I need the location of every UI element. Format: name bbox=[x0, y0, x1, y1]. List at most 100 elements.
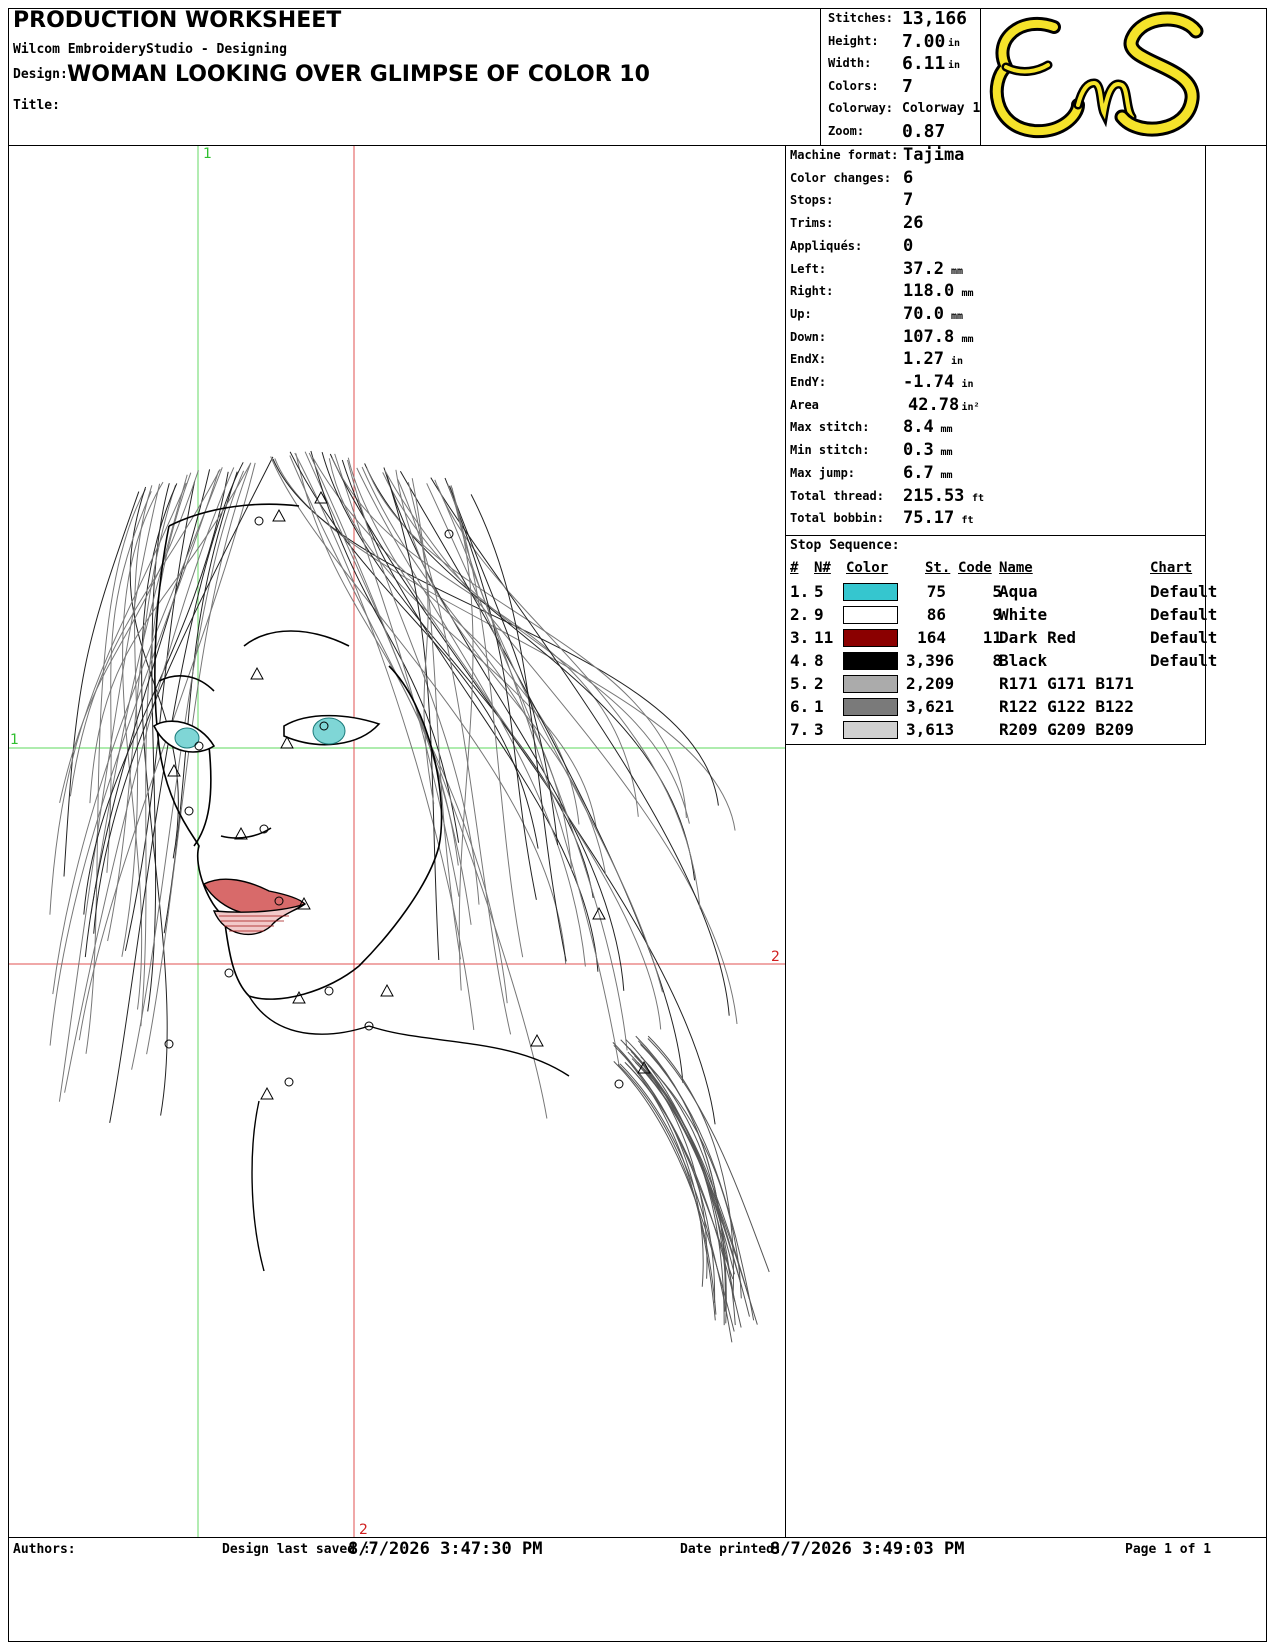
stat-value: 6 bbox=[903, 167, 914, 188]
col-header-num: # bbox=[790, 560, 799, 576]
printed-label: Date printed: bbox=[680, 1542, 782, 1557]
summary-value: 13,166 bbox=[902, 8, 968, 29]
stop-name: White bbox=[999, 605, 1048, 624]
summary-value: 7.00 bbox=[902, 30, 946, 52]
stat-label: Color changes: bbox=[790, 170, 892, 185]
header-col-divider-1 bbox=[820, 8, 821, 146]
stat-value: 75.17 bbox=[903, 508, 955, 529]
stitch-circle-marker bbox=[254, 516, 264, 526]
hair-strand bbox=[272, 458, 719, 806]
stitch-circle-marker bbox=[224, 968, 234, 978]
hair-strand bbox=[304, 451, 472, 925]
stat-unit: ft bbox=[961, 515, 974, 527]
software-name: Wilcom EmbroideryStudio - Designing bbox=[13, 42, 287, 57]
stitch-circle-marker bbox=[164, 1039, 174, 1049]
col-header-chart: Chart bbox=[1150, 560, 1193, 576]
stat-value: 7 bbox=[903, 190, 914, 211]
footer-divider bbox=[8, 1537, 1267, 1538]
green-guide-label-left: 1 bbox=[10, 732, 19, 748]
hair-strand bbox=[366, 467, 687, 819]
summary-value: 6.11 bbox=[902, 53, 946, 74]
stitch-circle-marker bbox=[184, 806, 194, 816]
stop-name: R122 G122 B122 bbox=[999, 697, 1134, 716]
stat-label: Left: bbox=[790, 261, 827, 276]
stop-stitches: 164 bbox=[917, 628, 946, 647]
printed-value: 8/7/2026 3:49:03 PM bbox=[770, 1539, 965, 1559]
hair-strand bbox=[613, 1044, 716, 1321]
stat-value: -1.74 bbox=[903, 372, 955, 392]
stat-label: Machine format: bbox=[790, 148, 899, 162]
color-swatch bbox=[843, 652, 898, 670]
stop-seq-top-divider bbox=[785, 535, 1206, 536]
ens-logo bbox=[982, 9, 1206, 145]
design-name: WOMAN LOOKING OVER GLIMPSE OF COLOR 10 bbox=[67, 62, 650, 87]
stop-num: 1. bbox=[790, 582, 810, 601]
color-swatch bbox=[843, 675, 898, 693]
stat-value: 70.0 bbox=[903, 303, 944, 324]
stop-name: Dark Red bbox=[999, 628, 1077, 647]
color-swatch bbox=[843, 606, 898, 624]
stop-needle: 2 bbox=[814, 674, 824, 693]
embroidery-drawing: 1 1 2 2 bbox=[9, 146, 785, 1538]
color-swatch bbox=[843, 698, 898, 716]
stat-label: Appliqués: bbox=[790, 238, 863, 253]
stop-chart: Default bbox=[1150, 605, 1218, 624]
stop-needle: 5 bbox=[814, 582, 824, 601]
stat-label: Max stitch: bbox=[790, 420, 870, 435]
page-label: Page 1 of 1 bbox=[1125, 1542, 1212, 1557]
worksheet-title: PRODUCTION WORKSHEET bbox=[13, 8, 342, 33]
design-label: Design: bbox=[13, 67, 68, 82]
summary-label: Width: bbox=[828, 56, 872, 70]
stop-num: 2. bbox=[790, 605, 810, 624]
stitch-markers bbox=[164, 490, 651, 1100]
hair-strand bbox=[311, 456, 580, 825]
summary-label: Stitches: bbox=[828, 11, 894, 25]
stitch-triangle-marker bbox=[380, 983, 394, 997]
lips bbox=[203, 878, 307, 936]
summary-value: 0.87 bbox=[902, 120, 946, 142]
stop-needle: 11 bbox=[814, 628, 834, 647]
stat-label: Area bbox=[790, 397, 819, 412]
stop-seq-bottom-divider bbox=[785, 744, 1206, 745]
logo-letter-e bbox=[989, 16, 1085, 139]
stop-stitches: 86 bbox=[926, 605, 946, 624]
hair-strand bbox=[274, 458, 736, 831]
stat-label: EndY: bbox=[790, 375, 827, 389]
header-col-divider-2 bbox=[980, 8, 981, 146]
stop-name: Aqua bbox=[999, 582, 1038, 601]
stat-unit: mm bbox=[940, 469, 953, 481]
hair-strand bbox=[49, 470, 220, 1046]
stat-value: 8.4 bbox=[903, 417, 934, 438]
neck-shoulders bbox=[248, 995, 570, 1272]
summary-label: Colorway: bbox=[828, 101, 894, 115]
stat-unit: in bbox=[951, 356, 964, 368]
color-swatch bbox=[843, 629, 898, 647]
stop-stitches: 3,396 bbox=[906, 651, 955, 670]
stop-num: 3. bbox=[790, 628, 810, 647]
green-guide-label-top: 1 bbox=[203, 146, 212, 162]
summary-label: Height: bbox=[828, 33, 879, 48]
hair-strands bbox=[49, 450, 770, 1343]
red-guide-label-bottom: 2 bbox=[359, 1522, 368, 1537]
hair-strand bbox=[411, 478, 461, 960]
stop-needle: 3 bbox=[814, 720, 824, 739]
stat-label: EndX: bbox=[790, 352, 827, 367]
stat-unit: in bbox=[961, 379, 974, 390]
summary-value: Colorway 1 bbox=[902, 101, 981, 116]
stat-label: Total thread: bbox=[790, 488, 884, 503]
summary-label: Colors: bbox=[828, 78, 879, 93]
hair-strand bbox=[109, 462, 244, 1123]
stitch-circle-marker bbox=[284, 1077, 294, 1087]
stat-value: 107.8 bbox=[903, 326, 955, 347]
summary-label: Zoom: bbox=[828, 123, 865, 138]
stat-unit: in² bbox=[961, 401, 980, 413]
col-header-st: St. bbox=[925, 560, 951, 576]
hair-strand bbox=[395, 469, 607, 875]
stitch-triangle-marker bbox=[260, 1086, 274, 1100]
stat-value: 0 bbox=[903, 235, 914, 256]
stat-value: 1.27 bbox=[903, 349, 944, 370]
stat-unit: mm bbox=[961, 333, 974, 345]
color-swatch bbox=[843, 721, 898, 739]
summary-unit: in bbox=[948, 37, 961, 49]
hair-strand bbox=[625, 1063, 716, 1303]
